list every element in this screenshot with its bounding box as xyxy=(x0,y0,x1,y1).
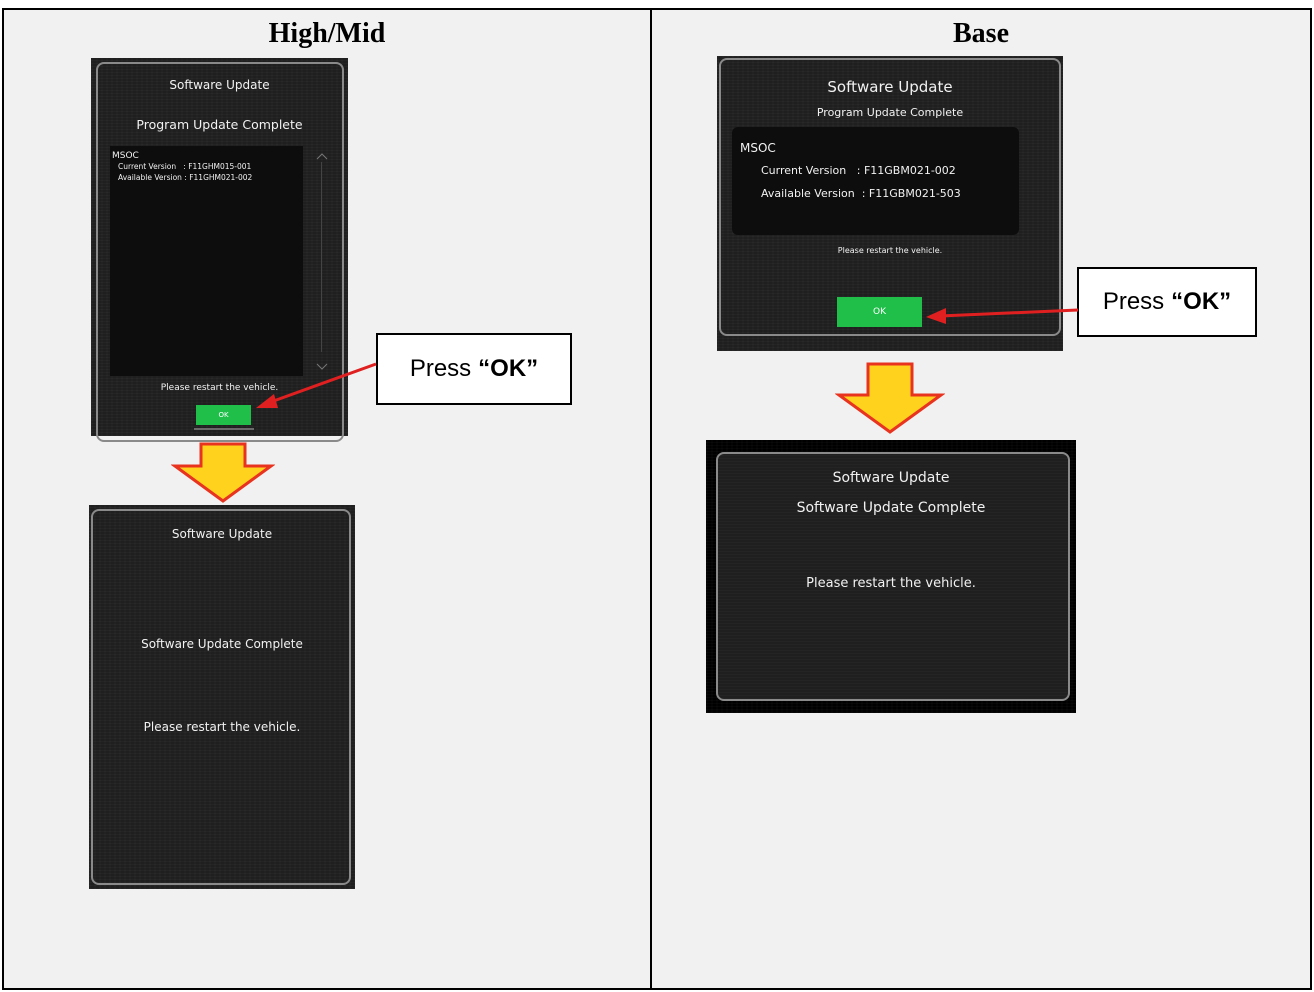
screen-title: Software Update xyxy=(171,527,273,541)
screen-title: Software Update xyxy=(832,470,950,486)
screen-title: Software Update xyxy=(169,78,270,92)
down-arrow-icon xyxy=(171,442,275,503)
version-info-panel: MSOC Current Version : F11GBM021-002 Ava… xyxy=(732,127,1019,235)
available-version: Available Version : F11GHM021-002 xyxy=(118,173,253,182)
module-name: MSOC xyxy=(740,141,776,155)
pointer-arrow-base xyxy=(926,308,1079,324)
screen-title: Software Update xyxy=(827,78,953,96)
press-ok-callout-highmid: Press “OK” xyxy=(376,333,572,405)
callout-ok-text: “OK” xyxy=(1171,288,1232,315)
callout-press-text: Press xyxy=(409,355,472,382)
scrollbar[interactable] xyxy=(316,146,328,370)
base-heading: Base xyxy=(953,18,1009,49)
ok-button[interactable]: OK xyxy=(196,405,251,425)
available-version: Available Version : F11GBM021-503 xyxy=(761,187,961,200)
highmid-complete-screen: Software Update Software Update Complete… xyxy=(89,505,355,889)
callout-press-text: Press xyxy=(1102,288,1165,315)
module-name: MSOC xyxy=(112,151,139,161)
down-arrow-icon xyxy=(835,362,945,434)
screen-subtitle: Program Update Complete xyxy=(136,117,303,132)
restart-message: Please restart the vehicle. xyxy=(837,246,943,255)
screen-bezel xyxy=(91,509,351,885)
current-version: Current Version : F11GBM021-002 xyxy=(761,164,956,177)
callout-ok-text: “OK” xyxy=(478,355,539,382)
complete-message: Software Update Complete xyxy=(141,637,303,651)
restart-message: Please restart the vehicle. xyxy=(143,720,301,734)
ok-button[interactable]: OK xyxy=(837,297,922,327)
screen-subtitle: Program Update Complete xyxy=(816,106,964,119)
current-version: Current Version : F11GHM015-001 xyxy=(118,162,252,171)
highmid-heading: High/Mid xyxy=(268,18,386,49)
chevron-up-icon[interactable] xyxy=(316,146,328,160)
scroll-track[interactable] xyxy=(321,162,322,352)
restart-message: Please restart the vehicle. xyxy=(806,576,976,591)
ok-button-underline xyxy=(194,428,254,430)
version-info-panel: MSOC Current Version : F11GHM015-001 Ava… xyxy=(110,146,303,376)
complete-message: Software Update Complete xyxy=(796,500,986,516)
pointer-arrow-highmid xyxy=(256,362,377,408)
base-complete-screen: Software Update Software Update Complete… xyxy=(706,440,1076,713)
press-ok-callout-base: Press “OK” xyxy=(1077,267,1257,337)
